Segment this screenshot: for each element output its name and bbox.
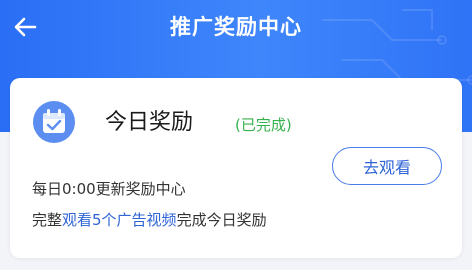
task-description: 完整观看5个广告视频完成今日奖励 <box>32 211 267 229</box>
watch-button[interactable]: 去观看 <box>332 147 442 185</box>
calendar-check-icon <box>33 101 75 143</box>
description-highlight: 观看5个广告视频 <box>62 211 177 229</box>
status-badge: (已完成) <box>235 116 292 134</box>
page-title: 推广奖励中心 <box>170 15 302 39</box>
refresh-note: 每日0:00更新奖励中心 <box>32 180 186 198</box>
daily-reward-card: 今日奖励 (已完成) 去观看 每日0:00更新奖励中心 完整观看5个广告视频完成… <box>10 78 462 258</box>
description-prefix: 完整 <box>32 211 63 229</box>
description-suffix: 完成今日奖励 <box>176 211 267 229</box>
reward-title: 今日奖励 <box>105 110 194 135</box>
